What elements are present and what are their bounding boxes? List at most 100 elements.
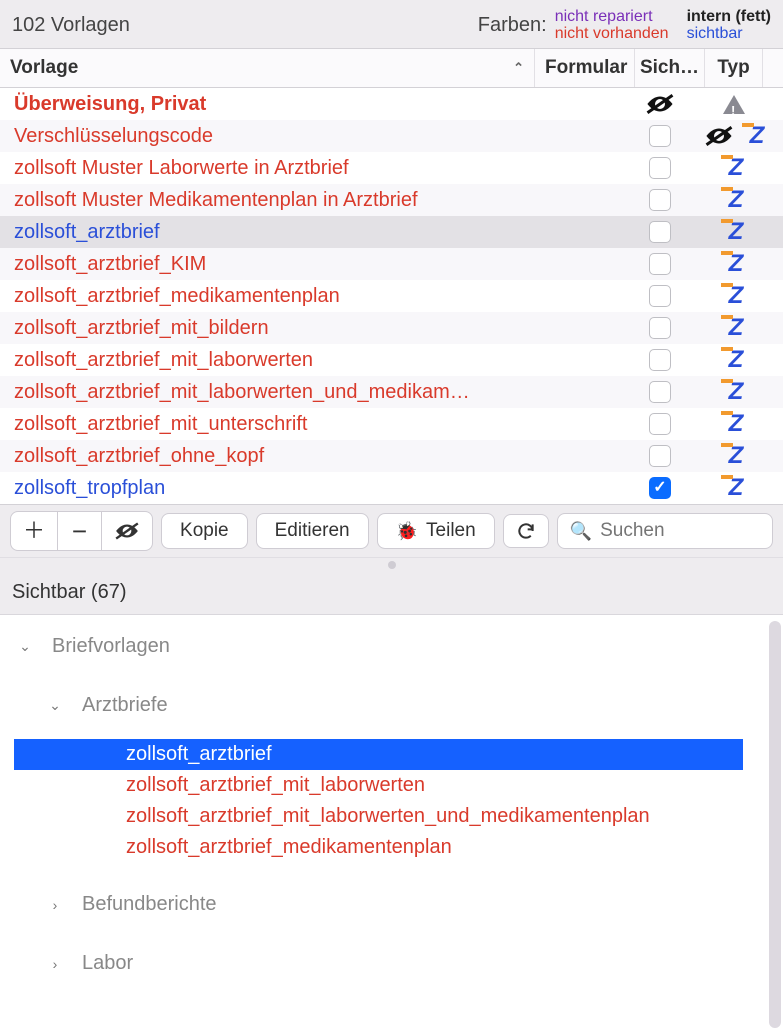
template-name: Verschlüsselungscode xyxy=(14,123,525,149)
table-row[interactable]: zollsoft_tropfplan Z xyxy=(0,472,783,504)
tree-group-briefvorlagen[interactable]: ⌄ Briefvorlagen xyxy=(14,629,763,664)
table-row[interactable]: zollsoft_arztbrief_mit_unterschriftZ xyxy=(0,408,783,440)
z-type-icon: Z xyxy=(725,155,744,181)
chevron-down-icon: ⌄ xyxy=(44,697,66,714)
tree-group-befundberichte[interactable]: › Befundberichte xyxy=(14,887,763,922)
visibility-checkbox[interactable] xyxy=(649,189,671,211)
visibility-checkbox[interactable] xyxy=(649,125,671,147)
share-button[interactable]: 🐞 Teilen xyxy=(377,513,495,549)
visibility-checkbox[interactable] xyxy=(649,285,671,307)
table-row[interactable]: Verschlüsselungscode Z xyxy=(0,120,783,152)
tree-group-arztbriefe[interactable]: ⌄ Arztbriefe xyxy=(14,688,763,723)
legend-nicht-repariert: nicht repariert xyxy=(555,8,669,25)
sichtbar-cell xyxy=(625,157,695,179)
chevron-down-icon: ⌄ xyxy=(14,638,36,655)
add-button[interactable]: ＋ xyxy=(10,511,58,551)
typ-cell: Z xyxy=(695,283,773,309)
visibility-checkbox[interactable] xyxy=(649,221,671,243)
search-input[interactable] xyxy=(600,520,760,542)
sichtbar-cell xyxy=(625,125,695,147)
table-body: Überweisung, Privat Verschlüsselungscode Z… xyxy=(0,88,783,504)
z-type-icon: Z xyxy=(725,379,744,405)
z-type-icon: Z xyxy=(725,443,744,469)
sichtbar-cell xyxy=(625,221,695,243)
col-vorlage[interactable]: Vorlage ⌃ xyxy=(0,49,535,87)
typ-cell: Z xyxy=(695,123,773,149)
z-type-icon: Z xyxy=(725,283,744,309)
tree-leaf[interactable]: zollsoft_arztbrief_mit_laborwerten xyxy=(14,770,763,801)
tree-leaf[interactable]: zollsoft_arztbrief_medikamentenplan xyxy=(14,832,763,863)
z-type-icon: Z xyxy=(725,411,744,437)
toolbar: ＋ − Kopie Editieren 🐞 Teilen 🔍 xyxy=(0,504,783,557)
remove-button[interactable]: − xyxy=(58,511,102,551)
template-name: zollsoft_arztbrief_medikamentenplan xyxy=(14,283,525,309)
table-row[interactable]: zollsoft_arztbrief_mit_bildern Z xyxy=(0,312,783,344)
sichtbar-cell xyxy=(625,285,695,307)
typ-cell: Z xyxy=(695,219,773,245)
edit-button[interactable]: Editieren xyxy=(256,513,369,549)
tree-label: Arztbriefe xyxy=(82,694,168,717)
visibility-checkbox[interactable] xyxy=(649,253,671,275)
sichtbar-cell xyxy=(625,349,695,371)
typ-cell: Z xyxy=(695,187,773,213)
table-row[interactable]: zollsoft_arztbrief_medikamentenplan Z xyxy=(0,280,783,312)
legend-nicht-vorhanden: nicht vorhanden xyxy=(555,25,669,42)
template-name: zollsoft_tropfplan xyxy=(14,475,525,501)
table-row[interactable]: zollsoft_arztbriefZ xyxy=(0,216,783,248)
tree-group-labor[interactable]: › Labor xyxy=(14,946,763,981)
sichtbar-cell xyxy=(625,189,695,211)
col-formular[interactable]: Formular xyxy=(535,49,635,87)
template-name: zollsoft Muster Laborwerte in Arztbrief xyxy=(14,155,525,181)
template-name: zollsoft_arztbrief_mit_laborwerten_und_m… xyxy=(14,379,525,405)
z-type-icon: Z xyxy=(725,315,744,341)
col-vorlage-label: Vorlage xyxy=(10,57,78,79)
typ-cell: Z xyxy=(695,315,773,341)
col-spare xyxy=(763,60,783,76)
visibility-checkbox[interactable] xyxy=(649,317,671,339)
copy-button[interactable]: Kopie xyxy=(161,513,248,549)
table-row[interactable]: zollsoft_arztbrief_mit_laborwertenZ xyxy=(0,344,783,376)
visibility-checkbox[interactable] xyxy=(649,157,671,179)
z-type-icon: Z xyxy=(725,475,744,501)
tree-leaf-label: zollsoft_arztbrief_mit_laborwerten_und_m… xyxy=(126,805,650,827)
sort-caret-icon: ⌃ xyxy=(513,60,524,76)
table-row[interactable]: zollsoft_arztbrief_ohne_kopfZ xyxy=(0,440,783,472)
sichtbar-cell xyxy=(625,317,695,339)
tree-label: Labor xyxy=(82,952,133,975)
legend-sichtbar: sichtbar xyxy=(687,25,771,42)
table-row[interactable]: zollsoft_arztbrief_KIMZ xyxy=(0,248,783,280)
refresh-button[interactable] xyxy=(503,514,549,548)
col-sichtbar[interactable]: Sich… xyxy=(635,49,705,87)
sichtbar-cell xyxy=(625,253,695,275)
z-type-icon: Z xyxy=(725,219,744,245)
template-name: zollsoft_arztbrief_mit_bildern xyxy=(14,315,525,341)
table-row[interactable]: Überweisung, Privat xyxy=(0,88,783,120)
visibility-checkbox[interactable] xyxy=(649,413,671,435)
sichtbar-cell xyxy=(625,477,695,499)
table-row[interactable]: zollsoft Muster Medikamentenplan in Arzt… xyxy=(0,184,783,216)
search-icon: 🔍 xyxy=(570,521,592,542)
visibility-checkbox[interactable] xyxy=(649,477,671,499)
add-remove-group: ＋ − xyxy=(10,511,153,551)
tree-leaf-label: zollsoft_arztbrief_mit_laborwerten xyxy=(126,774,425,796)
search-field[interactable]: 🔍 xyxy=(557,513,773,549)
col-typ[interactable]: Typ xyxy=(705,49,763,87)
handle-dot-icon xyxy=(388,561,396,569)
z-type-icon: Z xyxy=(725,187,744,213)
farben-label: Farben: xyxy=(478,14,547,37)
scrollbar[interactable] xyxy=(769,621,781,1028)
eye-slash-icon xyxy=(704,126,734,146)
visibility-checkbox[interactable] xyxy=(649,381,671,403)
table-row[interactable]: zollsoft Muster Laborwerte in Arztbrief Z xyxy=(0,152,783,184)
toggle-visibility-button[interactable] xyxy=(102,511,153,551)
tree-leaf[interactable]: zollsoft_arztbrief xyxy=(14,739,743,770)
table-row[interactable]: zollsoft_arztbrief_mit_laborwerten_und_m… xyxy=(0,376,783,408)
tree-leaf[interactable]: zollsoft_arztbrief_mit_laborwerten_und_m… xyxy=(14,801,763,832)
split-handle[interactable] xyxy=(0,557,783,571)
sichtbar-cell xyxy=(625,413,695,435)
template-count: 102 Vorlagen xyxy=(12,14,130,37)
visibility-checkbox[interactable] xyxy=(649,349,671,371)
visibility-checkbox[interactable] xyxy=(649,445,671,467)
typ-cell: Z xyxy=(695,443,773,469)
eye-slash-icon xyxy=(114,522,140,540)
